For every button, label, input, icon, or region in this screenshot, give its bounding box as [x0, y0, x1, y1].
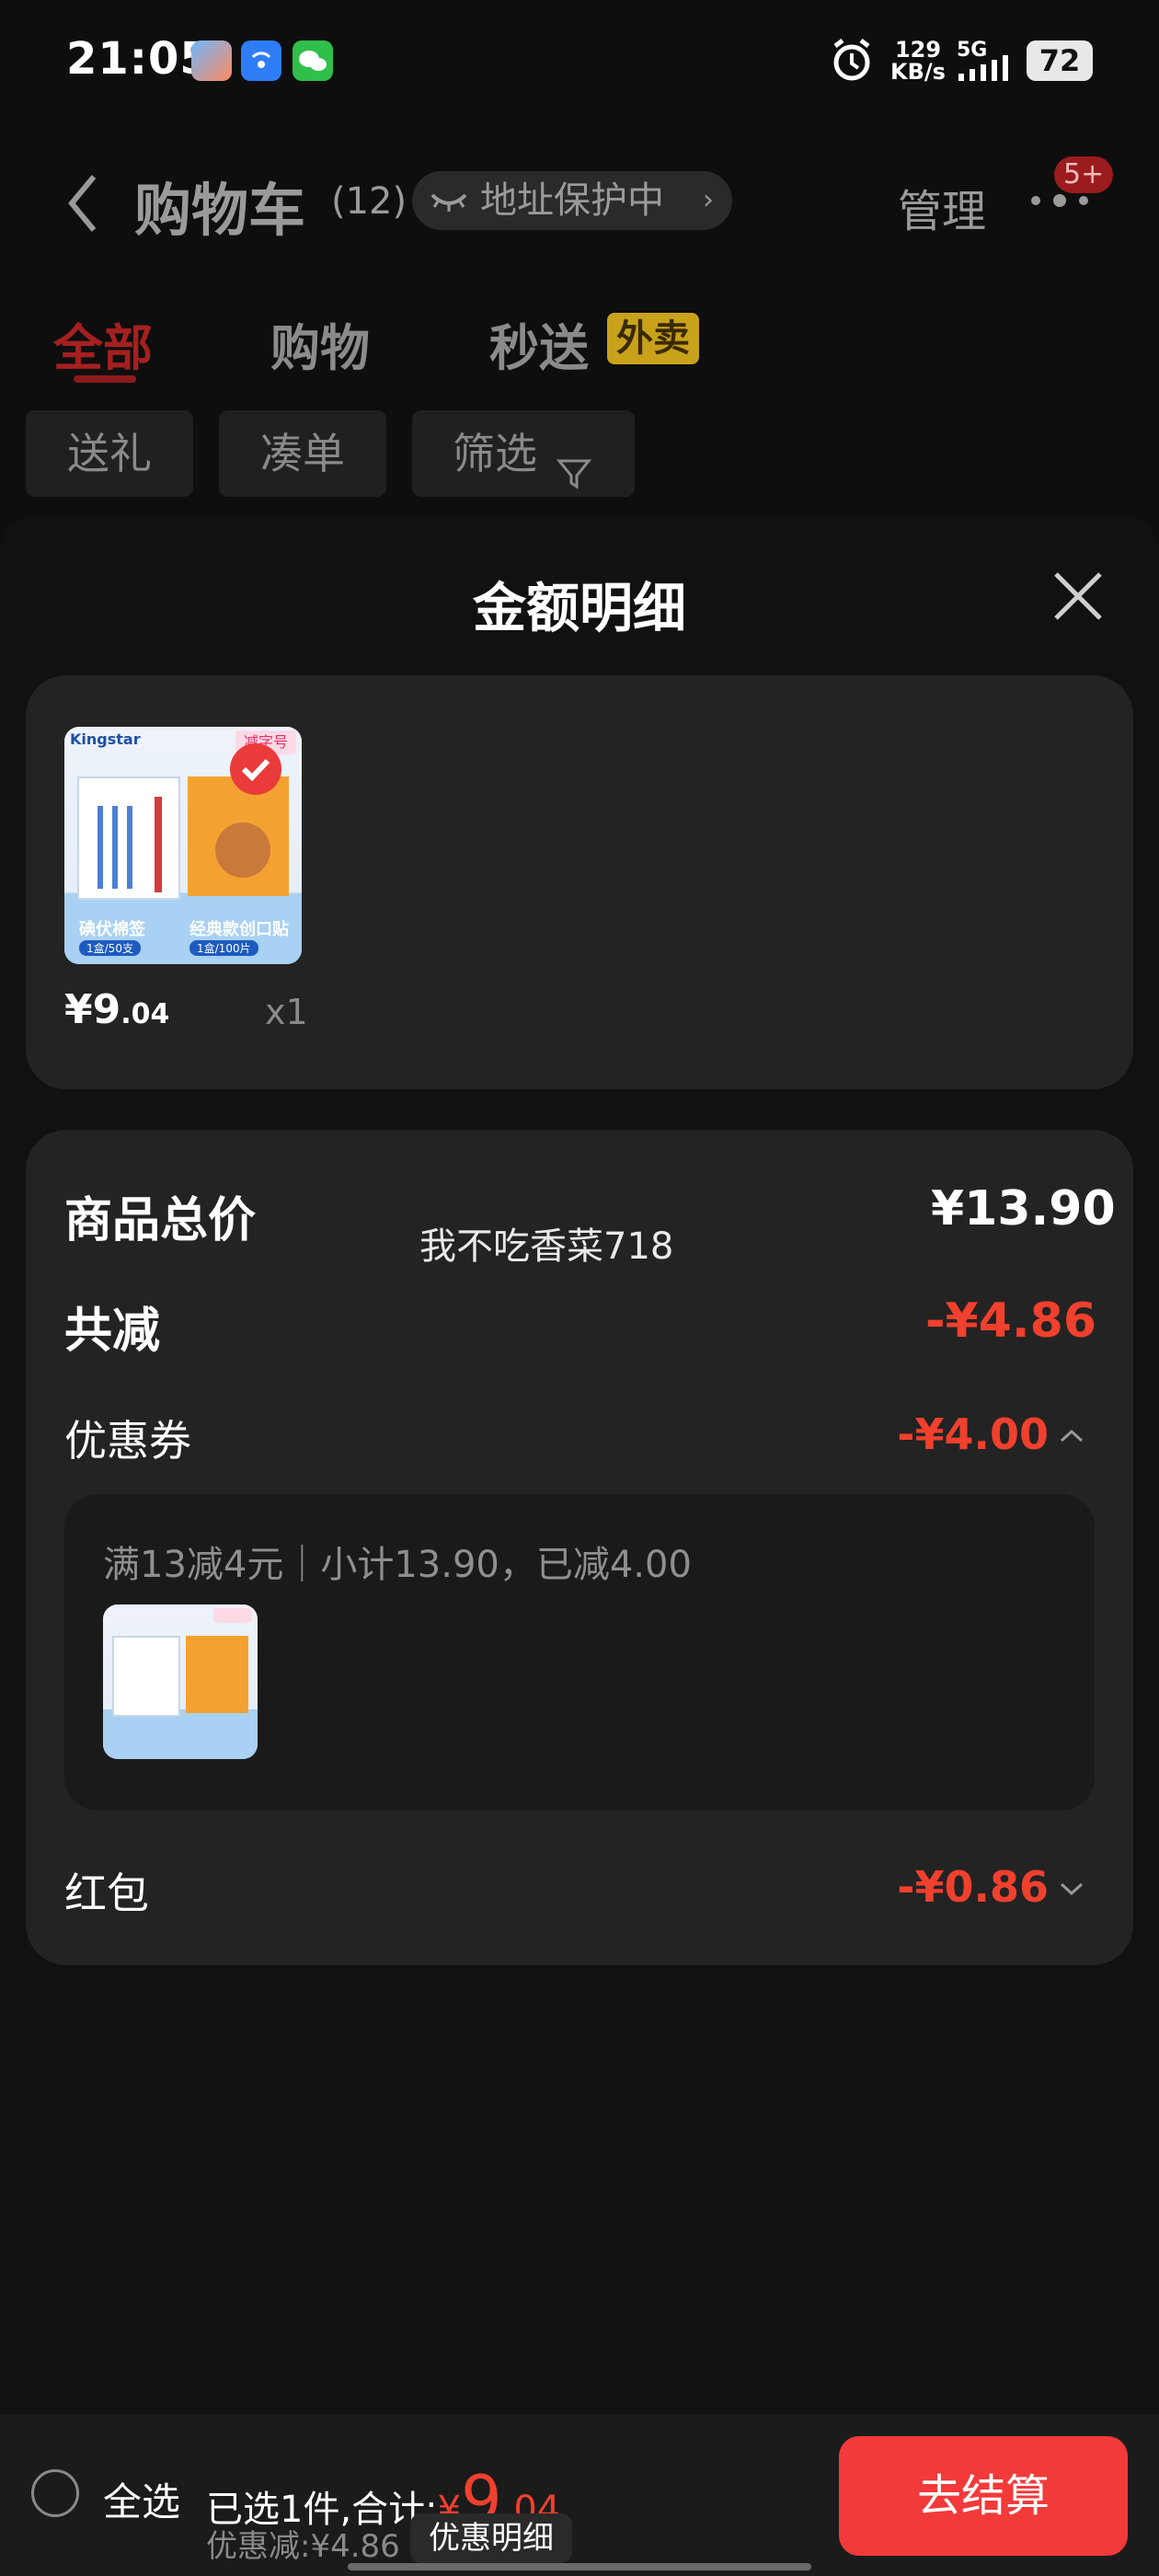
page-title: 购物车	[134, 177, 306, 244]
more-menu-icon[interactable]	[1027, 191, 1095, 213]
takeout-tag: 外卖	[607, 313, 699, 364]
coupon-label: 优惠券	[64, 1416, 191, 1466]
watermark-text: 我不吃香菜718	[419, 1225, 674, 1268]
selected-check-icon	[230, 743, 281, 795]
funnel-icon	[556, 434, 592, 521]
select-all-label[interactable]: 全选	[103, 2471, 180, 2527]
chevron-right-icon: ›	[703, 184, 714, 216]
address-protection-chip[interactable]: 地址保护中 ›	[412, 171, 732, 230]
product-price-main: ¥9	[64, 986, 121, 1033]
red-packet-value[interactable]: -¥0.86	[883, 1862, 1049, 1912]
status-bar: 21:05 129 KB/s 5G 72	[0, 0, 1159, 129]
coupon-product-image	[103, 1604, 258, 1759]
net-speed: 129 KB/s	[889, 39, 947, 83]
tab-instant-delivery[interactable]: 秒送	[489, 307, 589, 380]
discount-detail-button[interactable]: 优惠明细	[410, 2513, 572, 2563]
cart-count: (12)	[331, 180, 407, 223]
close-icon[interactable]	[1050, 569, 1106, 627]
alarm-icon	[830, 37, 874, 88]
app-notification-icon	[191, 40, 232, 81]
back-icon[interactable]	[64, 171, 101, 239]
filter-chip-label: 筛选	[453, 429, 537, 478]
sheet-title: 金额明细	[472, 577, 686, 639]
message-badge: 5+	[1054, 156, 1114, 193]
discount-label: 共减	[64, 1304, 161, 1359]
battery-level: 72	[1027, 40, 1093, 81]
filter-chip-gift[interactable]: 送礼	[26, 410, 193, 497]
broadcast-notification-icon	[241, 40, 281, 81]
filter-chip-filter[interactable]: 筛选	[412, 410, 635, 497]
product-brand: Kingstar	[70, 730, 141, 748]
product-left-caption: 碘伏棉签	[79, 920, 145, 939]
home-indicator	[348, 2563, 811, 2570]
discount-summary: 优惠减:¥4.86	[206, 2528, 400, 2565]
total-price-label: 商品总价	[64, 1193, 257, 1248]
address-chip-label: 地址保护中	[480, 179, 664, 222]
wechat-notification-icon	[293, 40, 333, 81]
product-right-sub: 1盒/100片	[189, 940, 258, 956]
product-qty: x1	[265, 992, 308, 1032]
discount-value: -¥4.86	[924, 1294, 1096, 1349]
product-price-cents: .04	[120, 998, 170, 1030]
chevron-up-icon[interactable]	[1058, 1426, 1085, 1448]
coupon-value[interactable]: -¥4.00	[883, 1409, 1049, 1459]
manage-button[interactable]: 管理	[898, 175, 986, 239]
signal-icon	[957, 55, 1016, 85]
net-speed-unit: KB/s	[890, 59, 946, 85]
product-price: ¥9.04	[64, 986, 169, 1033]
filter-chip-bundle[interactable]: 凑单	[219, 410, 386, 497]
select-all-checkbox[interactable]	[31, 2469, 79, 2517]
net-speed-value: 129	[894, 37, 942, 63]
total-price-value: ¥13.90	[931, 1181, 1116, 1236]
product-right-caption: 经典款创口贴	[189, 920, 289, 939]
clock: 21:05	[66, 33, 212, 85]
coupon-detail-text: 满13减4元｜小计13.90，已减4.00	[103, 1544, 692, 1586]
cotton-swab-box	[77, 776, 180, 900]
red-packet-label: 红包	[64, 1869, 149, 1918]
tab-all[interactable]: 全部	[53, 307, 153, 380]
tab-shopping[interactable]: 购物	[270, 307, 370, 380]
product-left-sub: 1盒/50支	[79, 940, 141, 956]
chevron-down-icon[interactable]	[1058, 1880, 1085, 1903]
eye-closed-icon	[429, 171, 469, 247]
checkout-button[interactable]: 去结算	[839, 2436, 1128, 2556]
active-tab-indicator	[74, 375, 136, 383]
